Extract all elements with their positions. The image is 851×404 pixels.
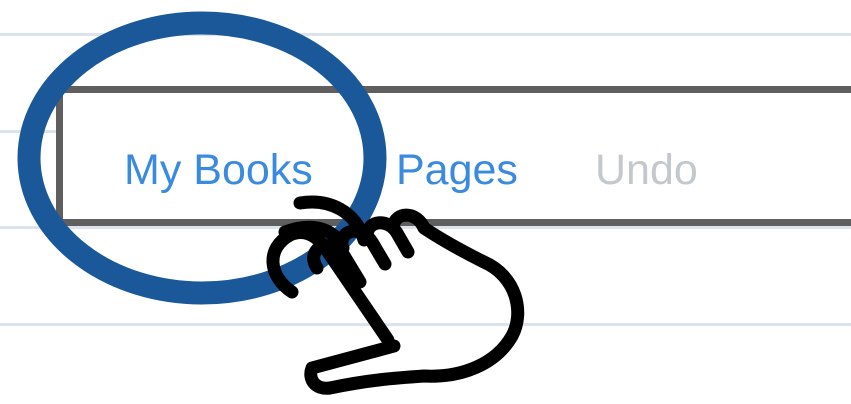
navigation-toolbar: My Books Pages Undo (56, 86, 851, 226)
list-divider (0, 323, 851, 326)
list-divider (0, 33, 851, 36)
my-books-button[interactable]: My Books (124, 149, 313, 192)
list-divider (0, 226, 851, 229)
pages-button[interactable]: Pages (396, 149, 518, 192)
undo-button[interactable]: Undo (595, 149, 698, 192)
tap-hand-icon (266, 195, 525, 395)
